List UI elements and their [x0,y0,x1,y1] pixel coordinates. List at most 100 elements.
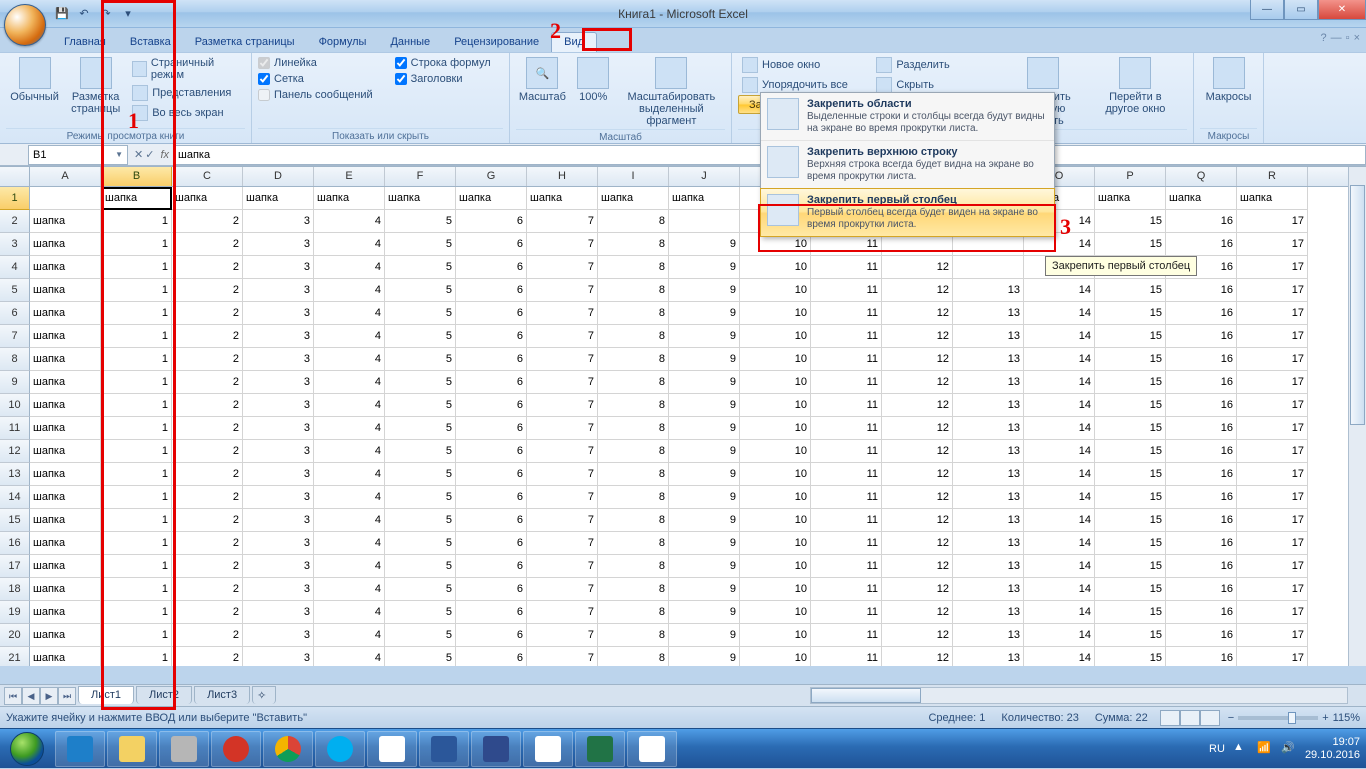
help-icon[interactable]: ? [1321,32,1327,44]
cell[interactable]: 11 [811,440,882,463]
cell[interactable]: шапка [30,371,101,394]
cell[interactable]: 15 [1095,601,1166,624]
cell[interactable]: 2 [172,463,243,486]
cell[interactable]: шапка [598,187,669,210]
cell[interactable]: 16 [1166,486,1237,509]
vertical-scrollbar[interactable] [1348,167,1366,666]
maximize-button[interactable]: ▭ [1284,0,1318,20]
cell[interactable]: 13 [953,348,1024,371]
row-header[interactable]: 14 [0,486,30,509]
cell[interactable]: 7 [527,417,598,440]
cell[interactable]: 8 [598,233,669,256]
cell[interactable]: 17 [1237,325,1308,348]
cell[interactable]: 15 [1095,555,1166,578]
cell[interactable]: 11 [811,279,882,302]
cell[interactable]: 12 [882,555,953,578]
cell[interactable]: 5 [385,394,456,417]
cell[interactable]: 17 [1237,578,1308,601]
cell[interactable]: шапка [30,440,101,463]
cell[interactable]: 13 [953,279,1024,302]
cell[interactable]: 1 [101,463,172,486]
cell[interactable]: 13 [953,325,1024,348]
cell[interactable]: 16 [1166,348,1237,371]
row-header[interactable]: 15 [0,509,30,532]
cell[interactable]: 8 [598,509,669,532]
cell[interactable]: 11 [811,394,882,417]
cell[interactable]: 11 [811,348,882,371]
cell[interactable]: 1 [101,417,172,440]
view-page-layout-button[interactable]: Разметка страницы [67,55,124,117]
cell[interactable]: 7 [527,647,598,666]
cell[interactable]: 3 [243,555,314,578]
sheet-nav-last[interactable]: ⏭ [58,687,76,705]
cell[interactable]: 7 [527,302,598,325]
cell[interactable]: 14 [1024,394,1095,417]
taskbar-paint[interactable] [627,731,677,767]
cell[interactable]: 17 [1237,233,1308,256]
row-header[interactable]: 21 [0,647,30,666]
namebox-dropdown-icon[interactable]: ▼ [115,150,123,159]
cell[interactable]: 9 [669,302,740,325]
cell[interactable]: 8 [598,325,669,348]
tray-clock[interactable]: 19:07 29.10.2016 [1305,736,1360,762]
cell[interactable]: 3 [243,210,314,233]
cell[interactable]: шапка [1095,187,1166,210]
row-header[interactable]: 1 [0,187,30,210]
switch-windows-button[interactable]: Перейти в другое окно [1096,55,1174,117]
cell[interactable]: 7 [527,394,598,417]
cell[interactable]: 17 [1237,486,1308,509]
cell[interactable]: 4 [314,486,385,509]
doc-restore-icon[interactable]: ▫ [1346,32,1350,44]
cell[interactable]: шапка [456,187,527,210]
cell[interactable]: 8 [598,463,669,486]
cell[interactable]: 10 [740,578,811,601]
cell[interactable]: 4 [314,279,385,302]
formula-bar-checkbox[interactable]: Строка формул [395,55,491,71]
cell[interactable]: 9 [669,624,740,647]
cell[interactable]: 14 [1024,325,1095,348]
cell[interactable]: 12 [882,279,953,302]
gridlines-checkbox[interactable]: Сетка [258,71,373,87]
col-header-B[interactable]: B [101,167,172,186]
tab-insert[interactable]: Вставка [118,33,183,52]
cell[interactable]: 8 [598,417,669,440]
cell[interactable]: 10 [740,417,811,440]
cell[interactable]: 15 [1095,279,1166,302]
row-header[interactable]: 8 [0,348,30,371]
cell[interactable]: шапка [30,210,101,233]
cell[interactable]: 9 [669,325,740,348]
cell[interactable]: 4 [314,417,385,440]
cell[interactable]: 10 [740,555,811,578]
cell[interactable]: 9 [669,578,740,601]
col-header-P[interactable]: P [1095,167,1166,186]
cell[interactable]: 17 [1237,371,1308,394]
cell[interactable]: 1 [101,256,172,279]
cell[interactable]: шапка [30,348,101,371]
cell[interactable]: 2 [172,509,243,532]
zoom-100-button[interactable]: 100% [573,55,614,105]
tray-volume-icon[interactable]: 🔊 [1281,741,1297,757]
cell[interactable]: 3 [243,417,314,440]
zoom-percent[interactable]: 115% [1333,712,1360,724]
zoom-in-button[interactable]: + [1322,712,1328,724]
cell[interactable]: 17 [1237,394,1308,417]
cell[interactable]: 1 [101,371,172,394]
doc-minimize-icon[interactable]: — [1331,32,1342,44]
cell[interactable]: 5 [385,371,456,394]
cell[interactable]: шапка [30,532,101,555]
cell[interactable]: 16 [1166,647,1237,666]
cell[interactable]: 5 [385,233,456,256]
cell[interactable] [669,210,740,233]
cell[interactable]: 14 [1024,279,1095,302]
cell[interactable]: 2 [172,601,243,624]
cell[interactable]: 16 [1166,279,1237,302]
cell[interactable]: 15 [1095,233,1166,256]
cell[interactable]: 8 [598,256,669,279]
cell[interactable]: 1 [101,302,172,325]
cell[interactable]: 1 [101,394,172,417]
view-break-status[interactable] [1200,710,1220,726]
cell[interactable]: 6 [456,486,527,509]
cell[interactable]: 4 [314,394,385,417]
cell[interactable]: шапка [30,647,101,666]
msgbar-checkbox[interactable]: Панель сообщений [258,87,373,103]
